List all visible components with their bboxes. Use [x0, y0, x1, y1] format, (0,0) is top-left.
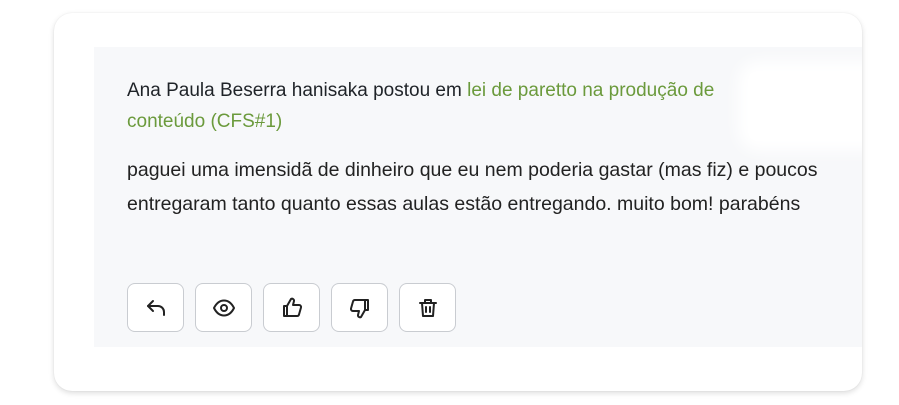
post-body: paguei uma imensidã de dinheiro que eu n…	[127, 159, 818, 215]
trash-icon	[418, 298, 437, 317]
thumbs-down-icon	[349, 298, 369, 318]
reply-icon	[146, 299, 165, 316]
post-header: Ana Paula Beserra hanisaka postou em lei…	[127, 75, 727, 137]
post-panel: Ana Paula Beserra hanisaka postou em lei…	[94, 47, 862, 347]
redacted-area	[748, 71, 862, 141]
action-bar	[127, 283, 456, 332]
eye-icon	[212, 299, 235, 316]
comment-card: Ana Paula Beserra hanisaka postou em lei…	[54, 13, 862, 391]
view-button[interactable]	[195, 283, 252, 332]
like-button[interactable]	[263, 283, 320, 332]
reply-button[interactable]	[127, 283, 184, 332]
dislike-button[interactable]	[331, 283, 388, 332]
delete-button[interactable]	[399, 283, 456, 332]
author-line: Ana Paula Beserra hanisaka postou em	[127, 80, 462, 101]
thumbs-up-icon	[282, 297, 302, 317]
